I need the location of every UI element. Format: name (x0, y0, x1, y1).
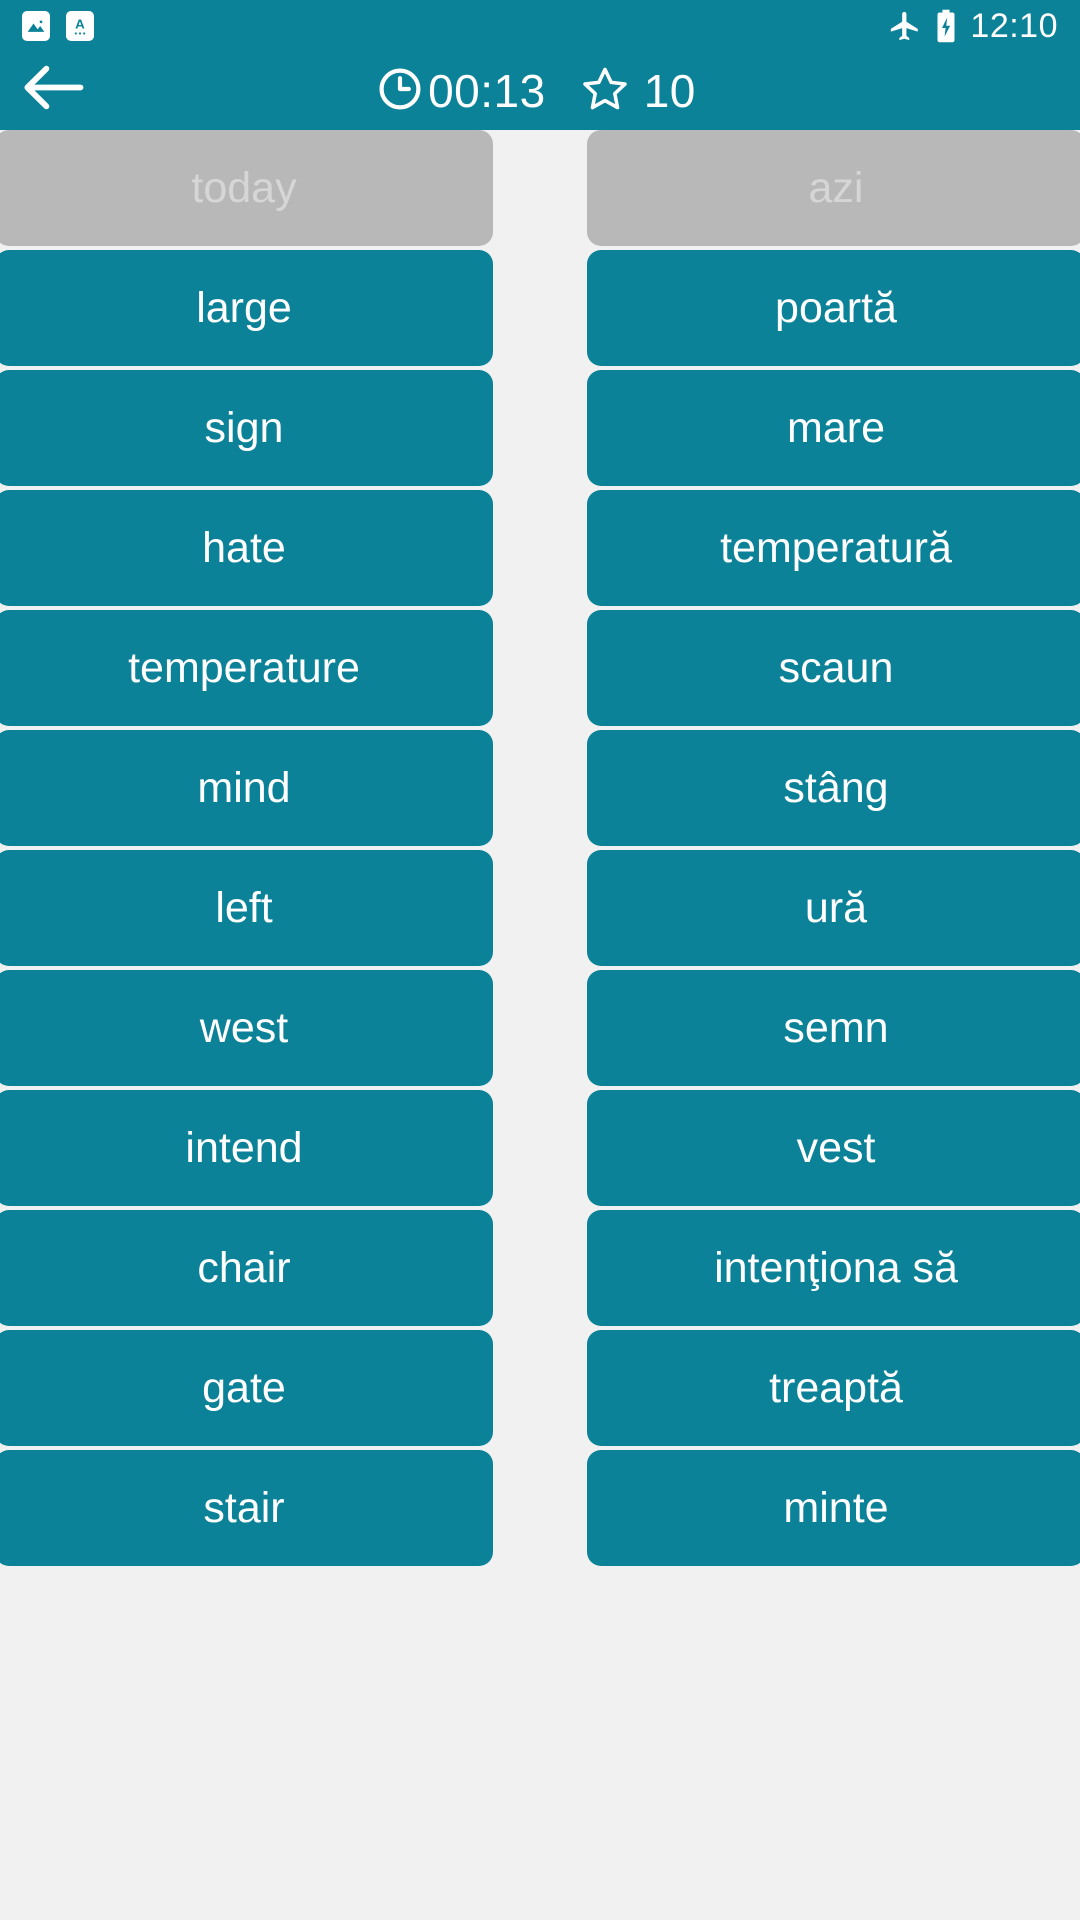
star-icon (580, 64, 630, 119)
clock-icon (376, 65, 424, 118)
word-tile[interactable]: scaun (587, 610, 1080, 726)
word-tile-label: intenţiona să (714, 1243, 958, 1292)
word-tile-label: poartă (775, 283, 897, 332)
word-tile[interactable]: vest (587, 1090, 1080, 1206)
word-tile[interactable]: sign (0, 370, 493, 486)
word-tile-label: semn (783, 1003, 889, 1052)
word-tile-label: hate (202, 523, 286, 572)
star-group: 10 (580, 64, 696, 119)
word-tile[interactable]: minte (587, 1450, 1080, 1566)
word-tile[interactable]: poartă (587, 250, 1080, 366)
word-tile[interactable]: gate (0, 1330, 493, 1446)
word-tile-label: sign (204, 403, 284, 452)
word-tile[interactable]: treaptă (587, 1330, 1080, 1446)
word-tile[interactable]: ură (587, 850, 1080, 966)
word-tile-label: temperatură (720, 523, 952, 572)
battery-charging-icon (936, 9, 956, 43)
word-tile: azi (587, 130, 1080, 246)
word-tile-label: treaptă (769, 1363, 903, 1412)
word-tile-label: stâng (783, 763, 889, 812)
word-tile[interactable]: chair (0, 1210, 493, 1326)
column-gutter (493, 130, 587, 1920)
word-tile[interactable]: temperature (0, 610, 493, 726)
word-tile-label: minte (783, 1483, 889, 1532)
word-tile[interactable]: hate (0, 490, 493, 606)
status-bar-clock: 12:10 (970, 7, 1058, 45)
word-tile: today (0, 130, 493, 246)
image-notification-icon (22, 11, 50, 41)
back-arrow-icon (21, 62, 85, 121)
back-button[interactable] (14, 52, 92, 130)
status-bar-system: 12:10 (888, 9, 1058, 43)
word-tile[interactable]: stâng (587, 730, 1080, 846)
app-bar-stats: 00:13 10 (376, 64, 696, 119)
word-tile[interactable]: semn (587, 970, 1080, 1086)
app-root: A 12:10 00:13 10 today large sign hate t… (0, 0, 1080, 1920)
translate-notification-icon: A (66, 11, 94, 41)
word-tile[interactable]: intenţiona să (587, 1210, 1080, 1326)
word-tile-label: gate (202, 1363, 286, 1412)
word-tile-label: stair (203, 1483, 285, 1532)
word-tile[interactable]: mind (0, 730, 493, 846)
word-tile[interactable]: large (0, 250, 493, 366)
star-count: 10 (643, 65, 696, 117)
word-tile-label: azi (808, 163, 864, 212)
word-tile-label: left (215, 883, 273, 932)
word-tile[interactable]: mare (587, 370, 1080, 486)
status-bar-notifications: A (22, 11, 94, 41)
word-tile[interactable]: left (0, 850, 493, 966)
word-tile[interactable]: west (0, 970, 493, 1086)
right-word-column: azi poartă mare temperatură scaun stâng ură sem… (587, 130, 1080, 1920)
word-tile[interactable]: stair (0, 1450, 493, 1566)
word-tile-label: vest (796, 1123, 876, 1172)
timer-group: 00:13 (376, 65, 546, 118)
word-tile[interactable]: intend (0, 1090, 493, 1206)
svg-text:A: A (75, 17, 85, 32)
word-tile-label: scaun (778, 643, 894, 692)
word-tile-label: today (191, 163, 297, 212)
word-tile-label: ură (804, 883, 868, 932)
word-tile-label: chair (197, 1243, 291, 1292)
status-bar: A 12:10 (0, 0, 1080, 52)
word-tile[interactable]: temperatură (587, 490, 1080, 606)
word-tile-label: large (196, 283, 292, 332)
left-word-column: today large sign hate temperature mind left wes… (0, 130, 493, 1920)
word-tile-label: temperature (128, 643, 360, 692)
word-tile-label: mare (787, 403, 885, 452)
word-tile-label: intend (185, 1123, 303, 1172)
matching-board: today large sign hate temperature mind left wes… (0, 130, 1080, 1920)
word-tile-label: mind (197, 763, 291, 812)
timer-value: 00:13 (428, 65, 546, 117)
airplane-mode-icon (888, 9, 922, 43)
app-bar: 00:13 10 (0, 52, 1080, 130)
word-tile-label: west (199, 1003, 289, 1052)
